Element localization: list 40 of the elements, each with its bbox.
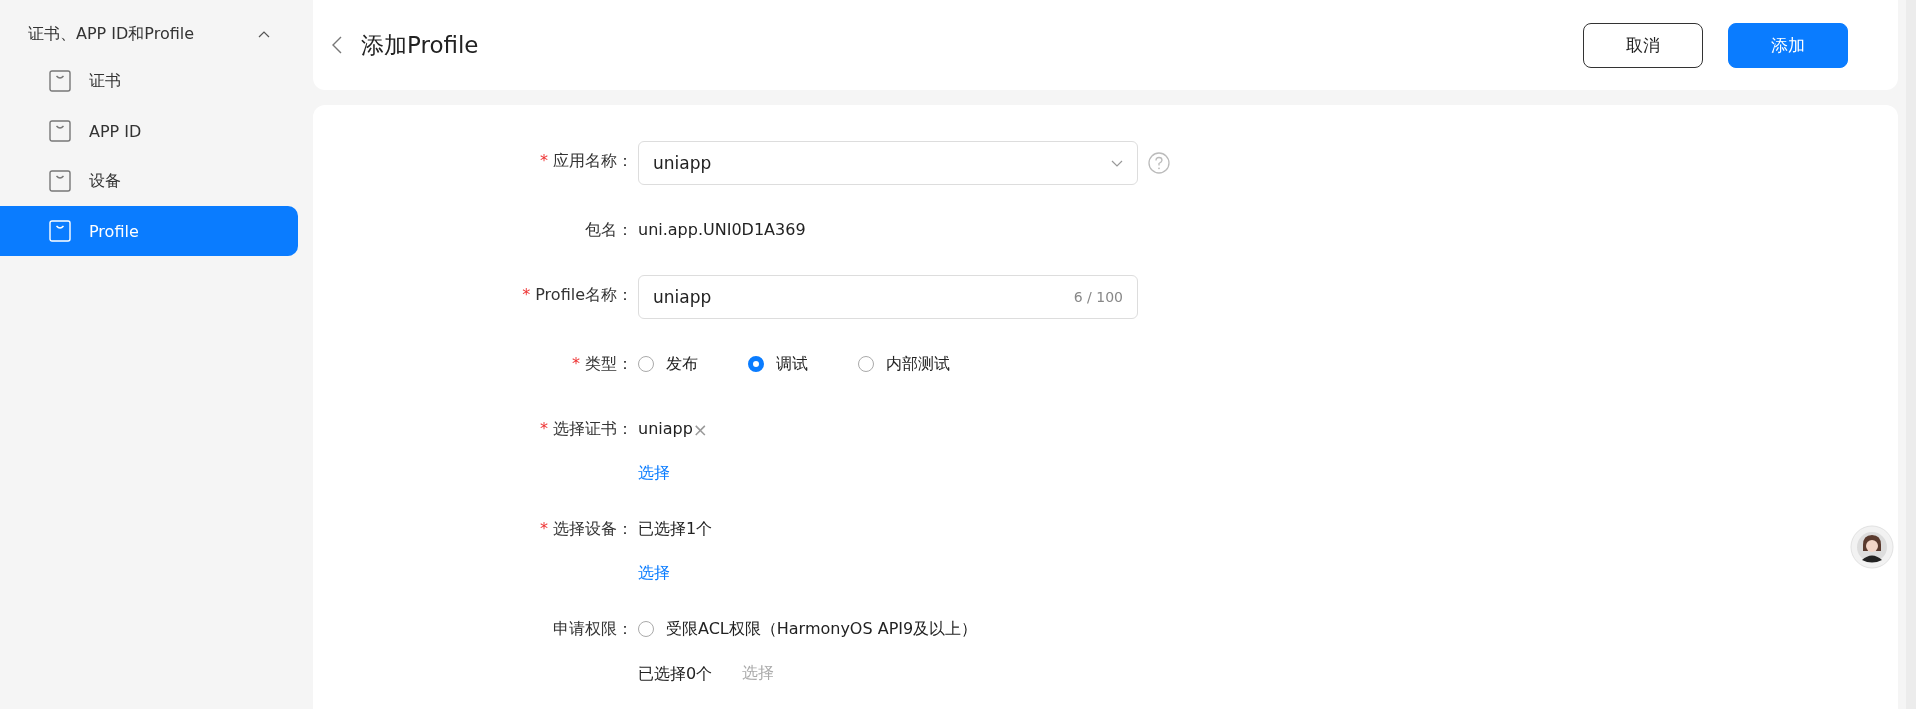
select-link[interactable]: 选择	[638, 563, 713, 584]
required-mark: *	[540, 419, 548, 438]
radio-option[interactable]: 内部测试	[858, 353, 950, 375]
radio-option[interactable]: 发布	[638, 353, 698, 375]
page-title: 添加Profile	[361, 30, 479, 60]
bag-icon	[49, 170, 71, 192]
select-link[interactable]: 选择	[638, 463, 708, 484]
field-label: 申请权限：	[553, 619, 633, 638]
field-label: 包名：	[585, 220, 633, 239]
radio-option[interactable]: 调试	[748, 353, 808, 375]
back-icon[interactable]	[331, 35, 343, 55]
required-mark: *	[540, 519, 548, 538]
bag-icon	[49, 220, 71, 242]
required-mark: *	[572, 354, 580, 373]
chevron-down-icon	[1111, 159, 1123, 167]
required-mark: *	[522, 285, 531, 304]
required-mark: *	[540, 151, 548, 170]
certificate-tag: uniapp×	[638, 409, 708, 449]
selection-count: 已选择1个	[638, 518, 713, 540]
field-label: 类型：	[585, 354, 633, 373]
chevron-icon	[258, 30, 270, 38]
radio-option[interactable]: 受限ACL权限（HarmonyOS API9及以上）	[638, 618, 978, 640]
bag-icon	[49, 70, 71, 92]
avatar-icon[interactable]	[1850, 525, 1894, 569]
field-label: Profile名称：	[535, 285, 633, 304]
sidebar-item[interactable]: 设备	[0, 156, 298, 206]
package-name: uni.app.UNI0D1A369	[638, 219, 806, 241]
add-button[interactable]: 添加	[1728, 22, 1848, 68]
bag-icon	[49, 120, 71, 142]
select-field[interactable]: uniapp	[638, 141, 1138, 185]
selection-count: 已选择0个	[638, 663, 713, 684]
cancel-button[interactable]: 取消	[1583, 22, 1703, 68]
field-label: 应用名称：	[553, 151, 633, 170]
sidebar-item[interactable]: 证书	[0, 56, 298, 106]
sidebar-item[interactable]: Profile	[0, 206, 298, 256]
sidebar-item[interactable]: APP ID	[0, 106, 298, 156]
input-field[interactable]: uniapp 6 / 100	[638, 275, 1138, 319]
field-label: 选择设备：	[553, 519, 633, 538]
field-label: 选择证书：	[553, 419, 633, 438]
group-header[interactable]: 证书、APP ID和Profile	[0, 12, 298, 56]
